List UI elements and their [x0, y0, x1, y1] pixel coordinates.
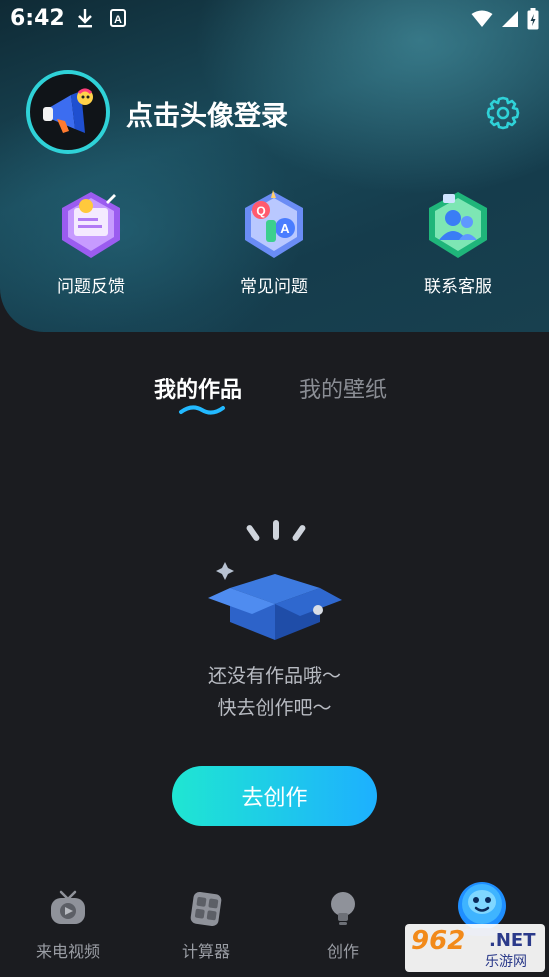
- shortcut-label: 常见问题: [240, 277, 308, 297]
- login-prompt[interactable]: 点击头像登录: [126, 94, 288, 133]
- status-right-icons: [471, 8, 539, 30]
- empty-state-line-1: 还没有作品哦～: [207, 665, 341, 687]
- nav-item-incoming-video[interactable]: 来电视频: [18, 888, 118, 962]
- svg-text:A: A: [114, 14, 122, 26]
- tab-my-wallpapers[interactable]: 我的壁纸: [299, 372, 387, 404]
- empty-box-icon: [208, 520, 342, 640]
- signal-icon: [502, 11, 518, 27]
- shortcut-customer-service[interactable]: 联系客服: [398, 188, 518, 297]
- shortcut-label: 问题反馈: [57, 277, 125, 297]
- empty-state-message: 还没有作品哦～ 快去创作吧～: [0, 660, 549, 724]
- watermark-text: 乐游网: [485, 954, 527, 970]
- status-bar: 6:42 A: [0, 0, 549, 38]
- status-time: 6:42: [10, 6, 65, 31]
- customer-service-icon: [429, 192, 487, 258]
- feedback-icon: [62, 192, 120, 258]
- empty-state-line-2: 快去创作吧～: [217, 697, 332, 719]
- nav-item-calculator[interactable]: 计算器: [156, 888, 256, 962]
- battery-icon: [527, 8, 539, 30]
- nav-label: 创作: [326, 942, 359, 961]
- settings-gear-icon[interactable]: [486, 96, 520, 130]
- download-icon: [78, 9, 92, 28]
- active-tab-indicator: [179, 405, 225, 415]
- tv-icon: [51, 890, 85, 924]
- nav-label: 来电视频: [35, 942, 100, 961]
- nav-label: 计算器: [181, 942, 230, 961]
- shortcut-faq[interactable]: Q A 常见问题: [214, 188, 334, 297]
- tab-my-works[interactable]: 我的作品: [154, 372, 242, 404]
- site-watermark: 962 .NET 乐游网: [405, 924, 545, 972]
- svg-text:A: A: [280, 221, 290, 236]
- watermark-suffix: .NET: [489, 930, 536, 951]
- bulb-icon: [331, 892, 355, 925]
- wifi-icon: [471, 10, 493, 27]
- avatar[interactable]: [26, 70, 110, 154]
- svg-text:Q: Q: [256, 204, 265, 218]
- calculator-icon: [190, 891, 222, 927]
- shortcut-feedback[interactable]: 问题反馈: [31, 188, 151, 297]
- megaphone-avatar-icon: [43, 88, 93, 133]
- shortcut-label: 联系客服: [424, 277, 492, 297]
- create-button[interactable]: 去创作: [172, 766, 377, 826]
- faq-icon: Q A: [245, 190, 303, 258]
- a-notification-icon: A: [110, 9, 126, 27]
- watermark-number: 962: [411, 926, 466, 956]
- nav-item-create[interactable]: 创作: [293, 888, 393, 962]
